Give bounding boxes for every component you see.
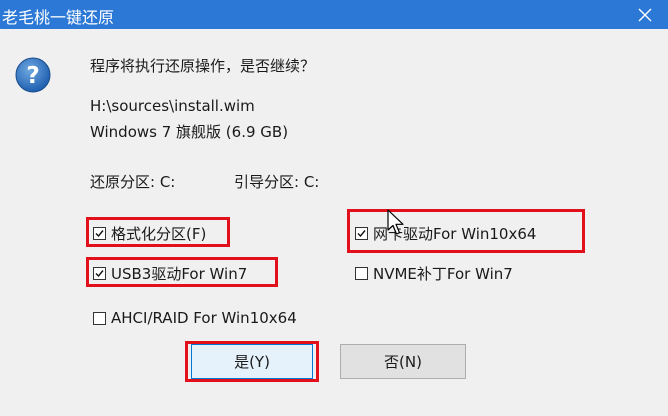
ahci-raid-checkbox[interactable]: AHCI/RAID For Win10x64: [93, 309, 297, 327]
nic-driver-checkbox[interactable]: 网卡驱动For Win10x64: [355, 223, 536, 244]
checkbox-box[interactable]: [93, 227, 106, 240]
confirm-question: 程序将执行还原操作，是否继续？: [90, 57, 316, 75]
nvme-patch-label: NVME补丁For Win7: [373, 265, 513, 283]
window-title: 老毛桃一键还原: [2, 8, 115, 27]
usb3-driver-checkbox[interactable]: USB3驱动For Win7: [93, 263, 247, 284]
restore-partition: 还原分区: C:: [90, 173, 176, 191]
title-bar: 老毛桃一键还原: [0, 0, 668, 29]
checkbox-box[interactable]: [93, 311, 106, 325]
dialog-body: ? 程序将执行还原操作，是否继续？ H:\sources\install.wim…: [0, 29, 668, 416]
no-button[interactable]: 否(N): [340, 344, 466, 379]
checkmark-icon: [95, 270, 104, 278]
image-path: H:\sources\install.wim: [90, 97, 255, 115]
checkmark-icon: [357, 230, 366, 238]
yes-button[interactable]: 是(Y): [191, 344, 313, 379]
close-icon: [638, 8, 652, 21]
mouse-cursor-icon: [387, 209, 404, 235]
checkbox-box[interactable]: [355, 267, 368, 280]
nvme-patch-checkbox[interactable]: NVME补丁For Win7: [355, 263, 513, 284]
boot-partition: 引导分区: C:: [234, 173, 320, 191]
checkmark-icon: [95, 230, 104, 238]
ahci-raid-label: AHCI/RAID For Win10x64: [111, 309, 297, 327]
checkbox-box[interactable]: [355, 227, 368, 240]
question-icon: ?: [15, 57, 51, 93]
checkbox-box[interactable]: [93, 267, 106, 280]
format-partition-checkbox[interactable]: 格式化分区(F): [93, 223, 206, 244]
close-button[interactable]: [622, 0, 668, 29]
image-edition: Windows 7 旗舰版 (6.9 GB): [90, 123, 289, 141]
svg-text:?: ?: [26, 63, 39, 89]
format-partition-label: 格式化分区(F): [111, 225, 207, 243]
usb3-driver-label: USB3驱动For Win7: [111, 265, 248, 283]
